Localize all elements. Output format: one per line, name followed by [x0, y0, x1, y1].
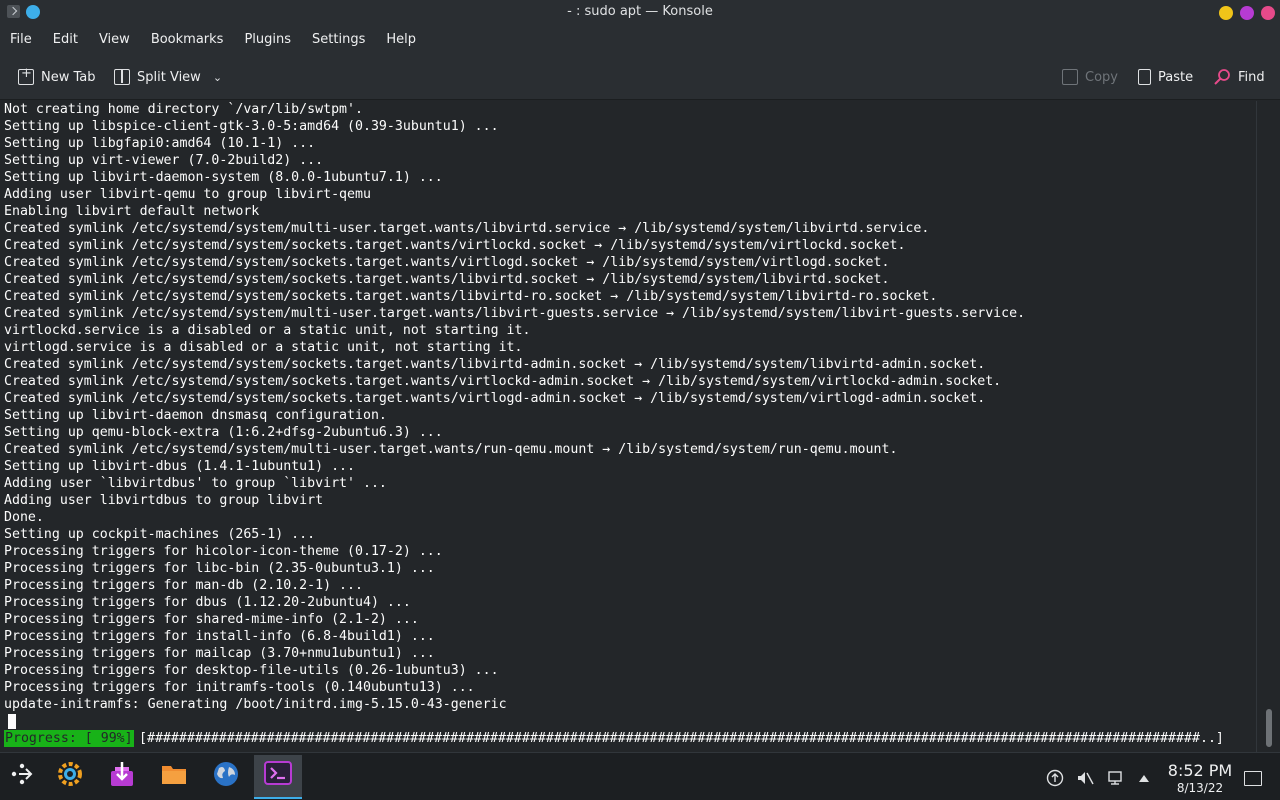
split-view-label: Split View: [137, 69, 201, 85]
terminal-line: Processing triggers for man-db (2.10.2-1…: [4, 578, 363, 593]
window-title: - : sudo apt — Konsole: [567, 4, 713, 19]
terminal-line: Setting up libvirt-dbus (1.4.1-1ubuntu1)…: [4, 459, 355, 474]
terminal-line: Created symlink /etc/systemd/system/sock…: [4, 272, 890, 287]
terminal-line: Created symlink /etc/systemd/system/sock…: [4, 238, 906, 253]
menu-help[interactable]: Help: [386, 32, 416, 47]
copy-button[interactable]: Copy: [1062, 67, 1118, 87]
maximize-button[interactable]: [1240, 6, 1254, 20]
find-label: Find: [1238, 69, 1265, 85]
terminal-line: Created symlink /etc/systemd/system/sock…: [4, 391, 986, 406]
terminal-line: Created symlink /etc/systemd/system/mult…: [4, 442, 898, 457]
browser-icon: [211, 759, 241, 795]
menu-view[interactable]: View: [99, 32, 130, 47]
terminal-line: Created symlink /etc/systemd/system/mult…: [4, 221, 930, 236]
new-tab-label: New Tab: [41, 69, 96, 85]
search-icon: [1213, 68, 1231, 86]
konsole-icon: [263, 758, 293, 794]
terminal-line: Setting up cockpit-machines (265-1) ...: [4, 527, 316, 542]
terminal-line: Adding user `libvirtdbus' to group `libv…: [4, 476, 387, 491]
settings-icon: [55, 759, 85, 795]
chevron-down-icon[interactable]: ⌄: [213, 71, 222, 84]
task-dolphin[interactable]: [156, 759, 192, 795]
terminal-line: Processing triggers for desktop-file-uti…: [4, 663, 499, 678]
text-cursor: [8, 714, 16, 729]
task-konsole[interactable]: [254, 755, 302, 799]
terminal-line: Adding user libvirt-qemu to group libvir…: [4, 187, 371, 202]
terminal-line: Setting up libvirt-daemon dnsmasq config…: [4, 408, 387, 423]
show-desktop-icon[interactable]: [1244, 771, 1262, 786]
terminal-view[interactable]: Not creating home directory `/var/lib/sw…: [0, 101, 1256, 752]
terminal-line: Not creating home directory `/var/lib/sw…: [4, 102, 363, 117]
terminal-line: Processing triggers for shared-mime-info…: [4, 612, 419, 627]
task-browser[interactable]: [208, 759, 244, 795]
terminal-line: virtlockd.service is a disabled or a sta…: [4, 323, 531, 338]
clock-date[interactable]: 8/13/22: [1150, 781, 1250, 795]
discover-icon: [107, 759, 137, 795]
terminal-line: Setting up libspice-client-gtk-3.0-5:amd…: [4, 119, 499, 134]
menu-settings[interactable]: Settings: [312, 32, 365, 47]
network-icon[interactable]: [1106, 769, 1124, 787]
terminal-line: Created symlink /etc/systemd/system/sock…: [4, 289, 938, 304]
clock-time[interactable]: 8:52 PM: [1150, 761, 1250, 780]
terminal-scrollbar[interactable]: [1256, 101, 1280, 752]
terminal-line: virtlogd.service is a disabled or a stat…: [4, 340, 523, 355]
split-view-button[interactable]: Split View ⌄: [114, 67, 222, 87]
progress-label: Progress: [ 99%]: [4, 730, 134, 747]
terminal-cursor-line: [0, 713, 1256, 730]
main-toolbar: New Tab Split View ⌄ Copy Paste Find: [0, 53, 1280, 100]
paste-icon: [1138, 69, 1151, 85]
menu-edit[interactable]: Edit: [53, 32, 78, 47]
terminal-line: Done.: [4, 510, 44, 525]
scrollbar-thumb[interactable]: [1266, 709, 1272, 747]
minimize-button[interactable]: [1219, 6, 1233, 20]
task-discover[interactable]: [104, 759, 140, 795]
menu-bookmarks[interactable]: Bookmarks: [151, 32, 224, 47]
new-tab-button[interactable]: New Tab: [18, 66, 96, 87]
terminal-line: Adding user libvirtdbus to group libvirt: [4, 493, 324, 508]
application-launcher-icon: [10, 762, 34, 792]
paste-button[interactable]: Paste: [1138, 67, 1193, 87]
menu-file[interactable]: File: [10, 32, 32, 47]
terminal-line: Processing triggers for dbus (1.12.20-2u…: [4, 595, 411, 610]
terminal-line: Processing triggers for mailcap (3.70+nm…: [4, 646, 435, 661]
find-button[interactable]: Find: [1213, 67, 1265, 87]
application-launcher-button[interactable]: [4, 759, 40, 795]
terminal-line: Created symlink /etc/systemd/system/mult…: [4, 306, 1026, 321]
taskbar: 8:52 PM 8/13/22: [0, 752, 1280, 800]
paste-label: Paste: [1158, 69, 1194, 85]
title-bar: - : sudo apt — Konsole: [0, 0, 1280, 26]
updates-tray-icon[interactable]: [1046, 769, 1064, 787]
terminal-line: Setting up libgfapi0:amd64 (10.1-1) ...: [4, 136, 316, 151]
copy-icon: [1062, 69, 1078, 85]
task-system-settings[interactable]: [52, 759, 88, 795]
terminal-line: Created symlink /etc/systemd/system/sock…: [4, 255, 890, 270]
terminal-line: Setting up virt-viewer (7.0-2build2) ...: [4, 153, 324, 168]
terminal-line: Enabling libvirt default network: [4, 204, 260, 219]
terminal-line: Processing triggers for libc-bin (2.35-0…: [4, 561, 435, 576]
split-view-icon: [114, 69, 130, 85]
terminal-line: Processing triggers for install-info (6.…: [4, 629, 435, 644]
menu-bar: File Edit View Bookmarks Plugins Setting…: [0, 26, 1280, 53]
terminal-line: Processing triggers for initramfs-tools …: [4, 680, 475, 695]
progress-bar-text: [#######################################…: [139, 731, 1224, 746]
terminal-line: Setting up qemu-block-extra (1:6.2+dfsg-…: [4, 425, 443, 440]
terminal-line: update-initramfs: Generating /boot/initr…: [4, 697, 507, 712]
close-button[interactable]: [1261, 6, 1275, 20]
terminal-output: Not creating home directory `/var/lib/sw…: [0, 101, 1256, 713]
volume-muted-icon[interactable]: [1076, 769, 1094, 787]
copy-label: Copy: [1085, 69, 1118, 85]
apt-progress-row: Progress: [ 99%] [######################…: [0, 730, 1256, 747]
terminal-line: Created symlink /etc/systemd/system/sock…: [4, 374, 1002, 389]
terminal-line: Setting up libvirt-daemon-system (8.0.0-…: [4, 170, 443, 185]
terminal-line: Processing triggers for hicolor-icon-the…: [4, 544, 443, 559]
terminal-line: Created symlink /etc/systemd/system/sock…: [4, 357, 986, 372]
files-icon: [159, 759, 189, 795]
menu-plugins[interactable]: Plugins: [244, 32, 291, 47]
new-tab-icon: [18, 66, 34, 85]
